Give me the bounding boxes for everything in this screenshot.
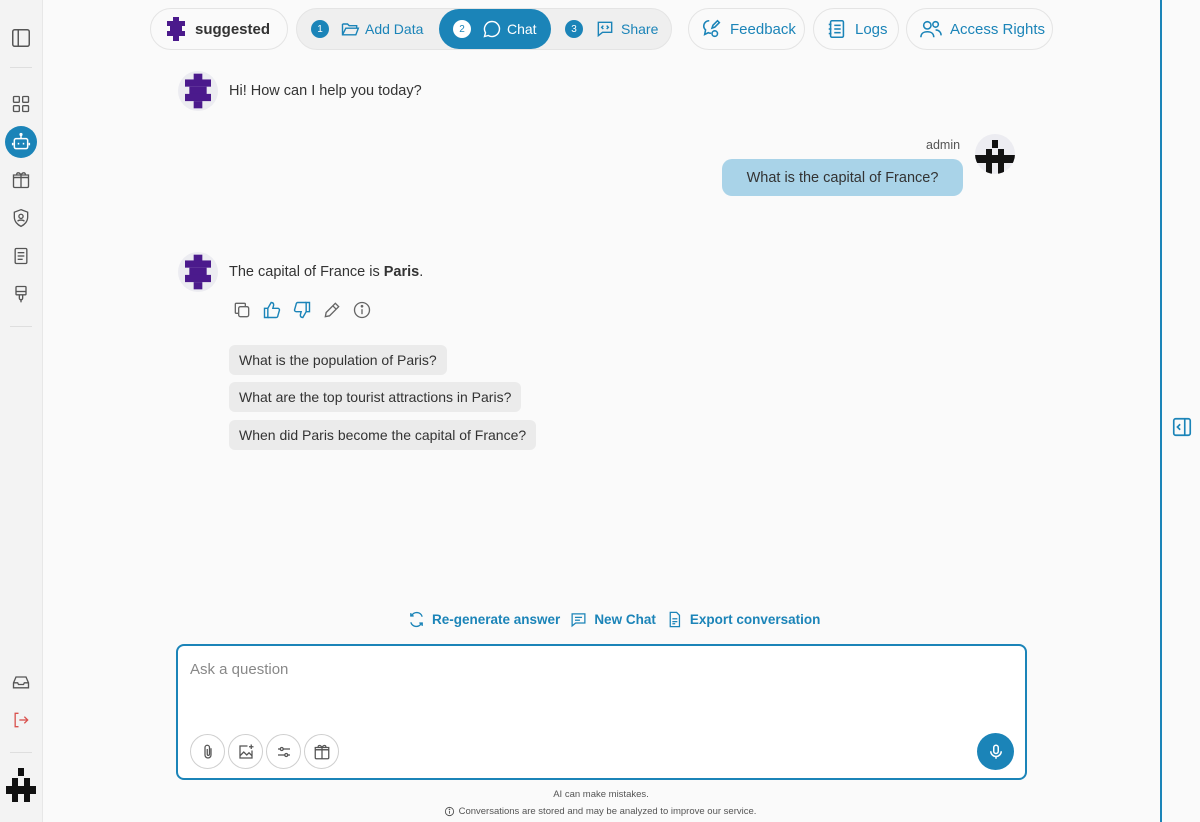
user-name: admin <box>926 138 961 152</box>
gift-box-icon[interactable] <box>5 164 37 196</box>
step-share[interactable]: 3 Share <box>565 9 658 49</box>
gift-box-icon <box>314 744 329 759</box>
regenerate-button[interactable]: Re-generate answer <box>408 611 560 628</box>
thumbs-up-icon[interactable] <box>262 300 282 320</box>
answer-bold-text: Paris <box>383 264 420 280</box>
code-share-icon <box>597 21 613 38</box>
message-composer <box>176 644 1027 780</box>
feedback-button[interactable]: Feedback <box>688 8 805 50</box>
logout-icon[interactable] <box>5 704 37 736</box>
sidebar-divider <box>10 752 32 753</box>
edit-pencil-icon[interactable] <box>322 300 342 320</box>
access-rights-label: Access Rights <box>950 20 1046 38</box>
assistant-name: suggested <box>195 20 271 38</box>
step-label: Add Data <box>365 21 424 37</box>
assistant-name-pill[interactable]: suggested <box>150 8 288 50</box>
attach-file-button[interactable] <box>190 734 225 769</box>
bot-avatar <box>178 71 218 111</box>
access-rights-button[interactable]: Access Rights <box>906 8 1053 50</box>
image-add-icon <box>238 744 253 759</box>
assistant-logo-icon <box>185 73 211 109</box>
logs-button[interactable]: Logs <box>813 8 899 50</box>
document-icon[interactable] <box>5 240 37 272</box>
thumbs-down-icon[interactable] <box>292 300 312 320</box>
suggestion-chip[interactable]: What is the population of Paris? <box>229 345 447 375</box>
disclaimer-text: AI can make mistakes. <box>553 789 649 800</box>
bot-answer: The capital of France is Paris. <box>229 264 423 280</box>
sidebar-divider <box>10 67 32 68</box>
user-avatar <box>975 134 1015 174</box>
chat-bubble-icon <box>483 20 501 38</box>
export-button[interactable]: Export conversation <box>666 611 821 628</box>
assistant-logo-icon <box>167 17 185 41</box>
sidebar-divider <box>10 326 32 327</box>
feedback-label: Feedback <box>730 20 796 38</box>
step-chat[interactable]: 2 Chat <box>439 9 551 49</box>
paperclip-icon <box>203 744 212 759</box>
shield-user-icon[interactable] <box>5 202 37 234</box>
regenerate-label: Re-generate answer <box>432 612 561 627</box>
user-message: What is the capital of France? <box>722 159 963 196</box>
feedback-icon <box>702 19 721 38</box>
step-number: 3 <box>565 20 583 38</box>
folder-open-icon <box>341 23 360 36</box>
privacy-notice-text: Conversations are stored and may be anal… <box>458 806 757 817</box>
panel-expand-icon[interactable] <box>1171 416 1193 438</box>
add-image-button[interactable] <box>228 734 263 769</box>
conversation-actions: Re-generate answer New Chat Export conve… <box>408 611 820 628</box>
microphone-button[interactable] <box>977 733 1014 770</box>
info-icon <box>444 806 454 817</box>
workflow-steps: 1 Add Data 2 Chat 3 Share <box>296 8 672 50</box>
new-chat-icon <box>571 613 586 628</box>
new-chat-label: New Chat <box>594 612 656 627</box>
answer-text: The capital of France is <box>229 264 384 280</box>
bot-avatar <box>178 252 218 292</box>
answer-suffix: . <box>419 264 424 280</box>
account-avatar[interactable] <box>4 768 38 806</box>
microphone-icon <box>989 744 1002 759</box>
right-panel-border <box>1160 0 1162 822</box>
copy-icon[interactable] <box>232 300 252 320</box>
export-label: Export conversation <box>689 612 821 627</box>
info-icon[interactable] <box>352 300 372 320</box>
question-input[interactable] <box>190 658 1010 680</box>
suggestion-chip[interactable]: When did Paris become the capital of Fra… <box>229 420 537 450</box>
step-label: Share <box>621 21 659 37</box>
new-chat-button[interactable]: New Chat <box>570 611 656 628</box>
message-actions <box>232 300 372 320</box>
sidebar-toggle-icon[interactable] <box>5 22 37 54</box>
grid-icon[interactable] <box>5 88 37 120</box>
step-number: 1 <box>311 20 329 38</box>
brush-icon[interactable] <box>5 278 37 310</box>
users-icon <box>920 20 942 38</box>
settings-sliders-button[interactable] <box>266 734 301 769</box>
bot-greeting: Hi! How can I help you today? <box>229 83 422 99</box>
inbox-icon[interactable] <box>5 666 37 698</box>
privacy-notice: Conversations are stored and may be anal… <box>0 806 1200 817</box>
robot-icon[interactable] <box>5 126 37 158</box>
export-document-icon <box>669 611 680 628</box>
step-add-data[interactable]: 1 Add Data <box>311 9 423 49</box>
suggestion-chip[interactable]: What are the top tourist attractions in … <box>229 382 522 412</box>
logs-label: Logs <box>855 20 888 38</box>
gift-tool-button[interactable] <box>304 734 339 769</box>
refresh-icon <box>410 611 423 628</box>
logs-icon <box>828 19 845 39</box>
left-sidebar <box>0 0 43 822</box>
sliders-icon <box>277 746 290 757</box>
assistant-logo-icon <box>185 254 211 290</box>
step-label: Chat <box>507 21 537 37</box>
step-number: 2 <box>453 20 471 38</box>
